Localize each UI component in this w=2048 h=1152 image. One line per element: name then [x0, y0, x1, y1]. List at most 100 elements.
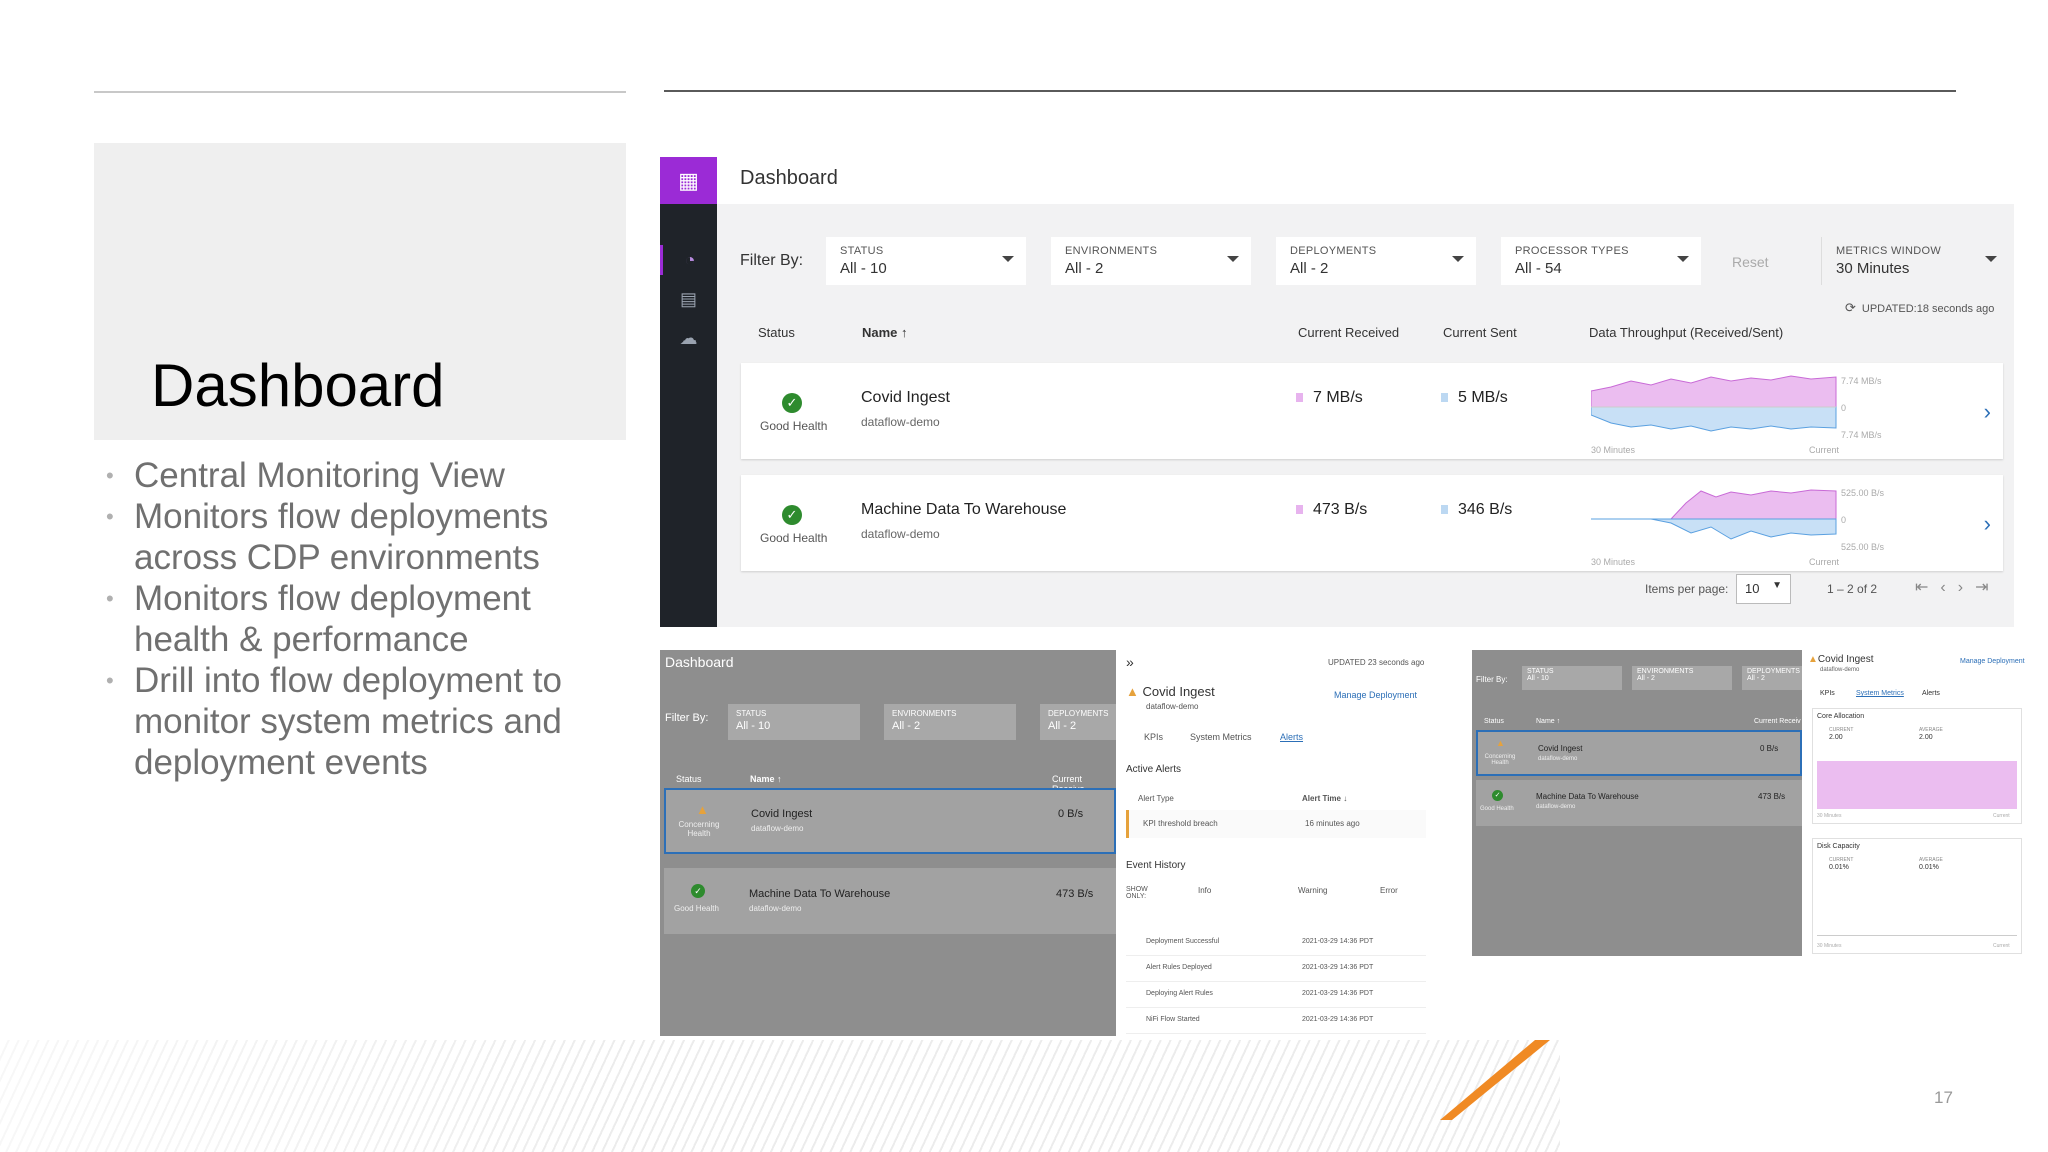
- filter-info-checkbox[interactable]: Info: [1198, 886, 1211, 895]
- column-header-status[interactable]: Status: [758, 325, 795, 340]
- list-item[interactable]: Alert Rules Deployed 2021-03-29 14:36 PDT: [1126, 956, 1426, 982]
- check-circle-icon: ✓: [691, 884, 705, 898]
- average-label: AVERAGE: [1919, 727, 1943, 733]
- dropdown-value: 30 Minutes: [1836, 260, 1910, 277]
- alert-row[interactable]: KPI threshold breach 16 minutes ago: [1126, 810, 1426, 838]
- received-value: 473 B/s: [1758, 792, 1786, 801]
- current-sent: 346 B/s: [1441, 501, 1512, 519]
- deployment-title: ▲Covid Ingest: [1808, 654, 1874, 665]
- deployment-name: Machine Data To Warehouse: [1536, 792, 1639, 801]
- status-text: Good Health: [760, 419, 828, 433]
- updated-text: UPDATED:18 seconds ago: [1861, 303, 1995, 315]
- refresh-icon[interactable]: ⟳: [1845, 300, 1856, 315]
- throughput-sparkline: 525.00 B/s 0 525.00 B/s 30 Minutes Curre…: [1591, 488, 1885, 567]
- warning-icon: ▲: [696, 802, 709, 817]
- current-received: 473 B/s: [1296, 501, 1367, 519]
- filter-error-checkbox[interactable]: Error: [1380, 886, 1398, 895]
- filter-warning-checkbox[interactable]: Warning: [1298, 886, 1328, 895]
- status-text: Good Health: [760, 531, 828, 545]
- status-filter-dropdown[interactable]: STATUS All - 10: [728, 704, 860, 740]
- deployments-filter-dropdown[interactable]: DEPLOYMENTS All - 2: [1040, 704, 1116, 740]
- event-time: 2021-03-29 14:36 PDT: [1302, 938, 1374, 945]
- axis-bottom-label: 525.00 B/s: [1841, 542, 1885, 552]
- updated-timestamp: ⟳ UPDATED:18 seconds ago: [1845, 300, 1994, 316]
- event-name: Deploying Alert Rules: [1146, 990, 1213, 997]
- event-name: NiFi Flow Started: [1146, 1016, 1200, 1023]
- tab-alerts[interactable]: Alerts: [1280, 732, 1303, 742]
- status-filter-dropdown[interactable]: STATUS All - 10: [826, 237, 1026, 285]
- manage-deployment-link[interactable]: Manage Deployment: [1960, 658, 2025, 665]
- metrics-window-dropdown[interactable]: METRICS WINDOW 30 Minutes: [1821, 237, 2009, 285]
- received-marker: [1296, 505, 1303, 515]
- items-per-page-value: 10: [1745, 581, 1760, 596]
- list-item[interactable]: Deployment Successful 2021-03-29 14:36 PD…: [1126, 930, 1426, 956]
- bullet-item: Monitors flow deployments across CDP env…: [106, 496, 626, 578]
- processor-types-filter-dropdown[interactable]: PROCESSOR TYPES All - 54: [1501, 237, 1701, 285]
- column-header-name[interactable]: Name ↑: [862, 325, 908, 340]
- environments-filter-dropdown[interactable]: ENVIRONMENTS All - 2: [1632, 666, 1732, 690]
- table-row[interactable]: ✓ Good Health Machine Data To Warehouse …: [1476, 780, 1802, 826]
- collapse-icon[interactable]: »: [1126, 654, 1134, 670]
- tab-system-metrics[interactable]: System Metrics: [1856, 690, 1904, 697]
- warning-icon: ▲: [1808, 654, 1818, 665]
- deployments-filter-dropdown[interactable]: DEPLOYMENTS All - 2: [1276, 237, 1476, 285]
- table-row[interactable]: ✓ Good Health Covid Ingest dataflow-demo…: [741, 363, 2003, 459]
- disk-baseline: [1817, 935, 2017, 936]
- items-per-page-select[interactable]: 10 ▼: [1736, 574, 1791, 604]
- tab-kpis[interactable]: KPIs: [1820, 690, 1835, 697]
- column-header-received[interactable]: Current Received: [1298, 325, 1399, 340]
- environment-name: dataflow-demo: [1536, 804, 1576, 810]
- environments-nav-icon[interactable]: ☁: [660, 323, 717, 353]
- manage-deployment-link[interactable]: Manage Deployment: [1334, 690, 1417, 700]
- column-header-sent[interactable]: Current Sent: [1443, 325, 1517, 340]
- axis-left-label: 30 Minutes: [1817, 813, 1842, 819]
- app-grid-button[interactable]: ▦: [660, 157, 717, 204]
- dashboard-nav-icon[interactable]: ◔: [660, 245, 717, 275]
- table-row[interactable]: ▲ Concerning Health Covid Ingest dataflo…: [664, 788, 1116, 854]
- environment-name: dataflow-demo: [1146, 702, 1199, 711]
- table-row[interactable]: ✓ Good Health Machine Data To Warehouse …: [741, 475, 2003, 571]
- page-title: Dashboard: [740, 167, 838, 189]
- axis-zero-label: 0: [1841, 515, 1846, 525]
- table-row[interactable]: ▲ Concerning Health Covid Ingest dataflo…: [1476, 730, 1802, 776]
- tab-system-metrics[interactable]: System Metrics: [1190, 732, 1252, 742]
- event-time: 2021-03-29 14:36 PDT: [1302, 1016, 1374, 1023]
- catalog-nav-icon[interactable]: ▤: [660, 284, 717, 314]
- list-item[interactable]: NiFi Flow Started 2021-03-29 14:36 PDT: [1126, 1008, 1426, 1034]
- deployment-name[interactable]: Machine Data To Warehouse: [861, 501, 1066, 519]
- divider-left: [94, 91, 626, 93]
- tab-alerts[interactable]: Alerts: [1922, 690, 1940, 697]
- current-label: CURRENT: [1829, 727, 1854, 733]
- reset-button[interactable]: Reset: [1732, 254, 1769, 270]
- screenshot-system-metrics: ▲Covid Ingest dataflow-demo Manage Deplo…: [1802, 650, 2035, 956]
- deployment-title: ▲ Covid Ingest: [1126, 684, 1215, 699]
- current-value: 0.01%: [1829, 864, 1849, 871]
- grid-icon: ▦: [678, 167, 699, 193]
- chevron-right-icon[interactable]: ›: [1984, 511, 1991, 537]
- chevron-down-icon: [1002, 256, 1014, 262]
- current-label: CURRENT: [1829, 857, 1854, 863]
- throughput-sparkline: 7.74 MB/s 0 7.74 MB/s 30 Minutes Current: [1591, 375, 1882, 455]
- received-value: 0 B/s: [1058, 808, 1084, 820]
- current-value: 2.00: [1829, 734, 1843, 741]
- dropdown-key: DEPLOYMENTS: [1747, 668, 1800, 675]
- environments-filter-dropdown[interactable]: ENVIRONMENTS All - 2: [1051, 237, 1251, 285]
- tab-kpis[interactable]: KPIs: [1144, 732, 1163, 742]
- table-row[interactable]: ✓ Good Health Machine Data To Warehouse …: [664, 868, 1116, 934]
- page-title: Dashboard: [665, 654, 734, 670]
- side-rail: [660, 157, 717, 627]
- status-filter-dropdown[interactable]: STATUS All - 10: [1522, 666, 1622, 690]
- disk-capacity-card: Disk Capacity CURRENT 0.01% AVERAGE 0.01…: [1812, 838, 2022, 954]
- average-label: AVERAGE: [1919, 857, 1943, 863]
- pagination-controls[interactable]: ⇤‹›⇥: [1915, 577, 2000, 597]
- dropdown-key: PROCESSOR TYPES: [1515, 245, 1629, 257]
- deployments-filter-dropdown[interactable]: DEPLOYMENTS All - 2: [1742, 666, 1802, 690]
- list-item[interactable]: Deploying Alert Rules 2021-03-29 14:36 PD…: [1126, 982, 1426, 1008]
- column-header-status: Status: [1484, 718, 1504, 725]
- chevron-right-icon[interactable]: ›: [1984, 399, 1991, 425]
- divider-right: [664, 90, 1956, 92]
- environments-filter-dropdown[interactable]: ENVIRONMENTS All - 2: [884, 704, 1016, 740]
- average-value: 0.01%: [1919, 864, 1939, 871]
- environment-name: dataflow-demo: [751, 824, 804, 833]
- deployment-name[interactable]: Covid Ingest: [861, 389, 950, 407]
